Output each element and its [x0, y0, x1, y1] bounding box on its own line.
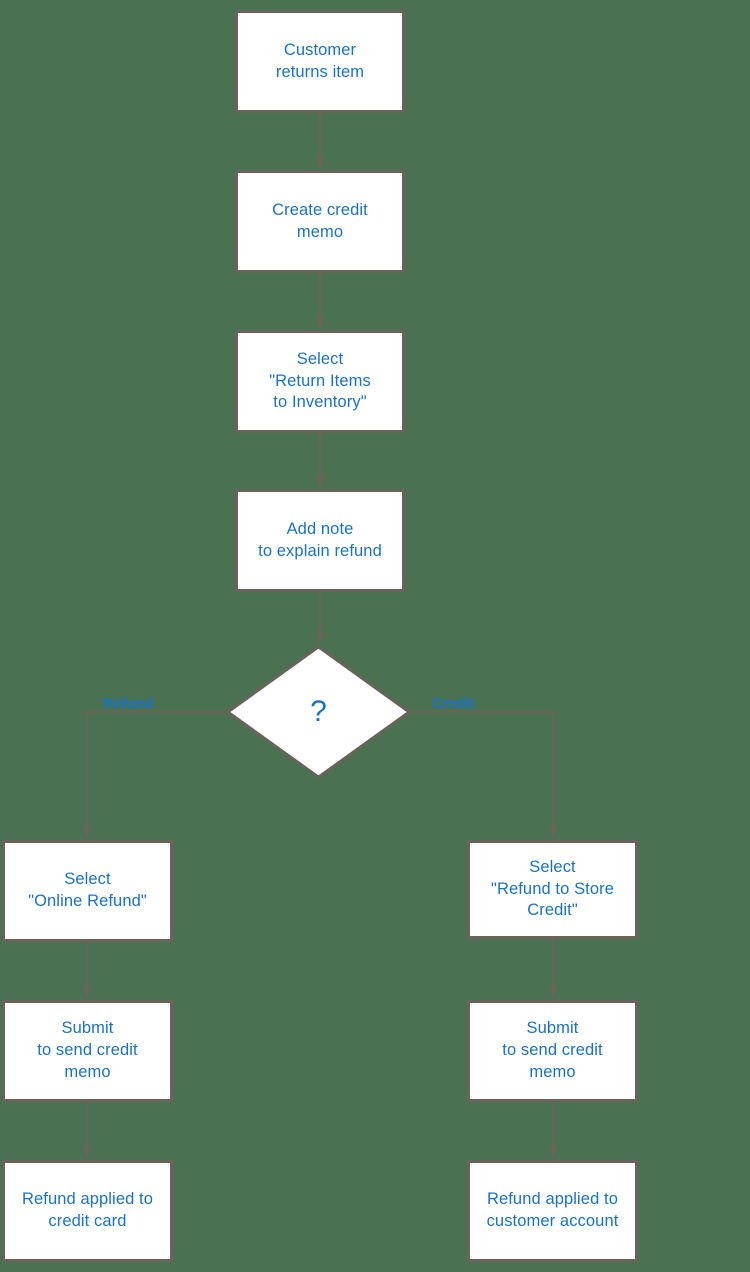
node-refund-applied-to-customer-account[interactable]: Refund applied to customer account — [467, 1160, 638, 1262]
node-refund-applied-to-credit-card[interactable]: Refund applied to credit card — [2, 1160, 173, 1262]
node-add-note-to-explain-refund[interactable]: Add note to explain refund — [235, 489, 405, 592]
decision-label: ? — [310, 695, 327, 728]
node-create-credit-memo[interactable]: Create credit memo — [235, 170, 405, 273]
node-select-return-items-to-inventory[interactable]: Select "Return Items to Inventory" — [235, 330, 405, 433]
node-submit-to-send-credit-memo-left[interactable]: Submit to send credit memo — [2, 1000, 173, 1102]
node-select-refund-to-store-credit[interactable]: Select "Refund to Store Credit" — [467, 840, 638, 939]
edge-label-credit: Credit — [431, 695, 475, 712]
flowchart-canvas: Customer returns item Create credit memo… — [0, 0, 750, 1272]
edge-label-refund: Refund — [102, 695, 154, 712]
connector-n5-n6 — [82, 710, 226, 838]
node-decision-refund-or-credit[interactable]: ? — [226, 645, 411, 779]
node-select-online-refund[interactable]: Select "Online Refund" — [2, 840, 173, 942]
node-customer-returns-item[interactable]: Customer returns item — [235, 10, 405, 113]
connector-n5-n7 — [411, 710, 558, 838]
node-submit-to-send-credit-memo-right[interactable]: Submit to send credit memo — [467, 1000, 638, 1102]
